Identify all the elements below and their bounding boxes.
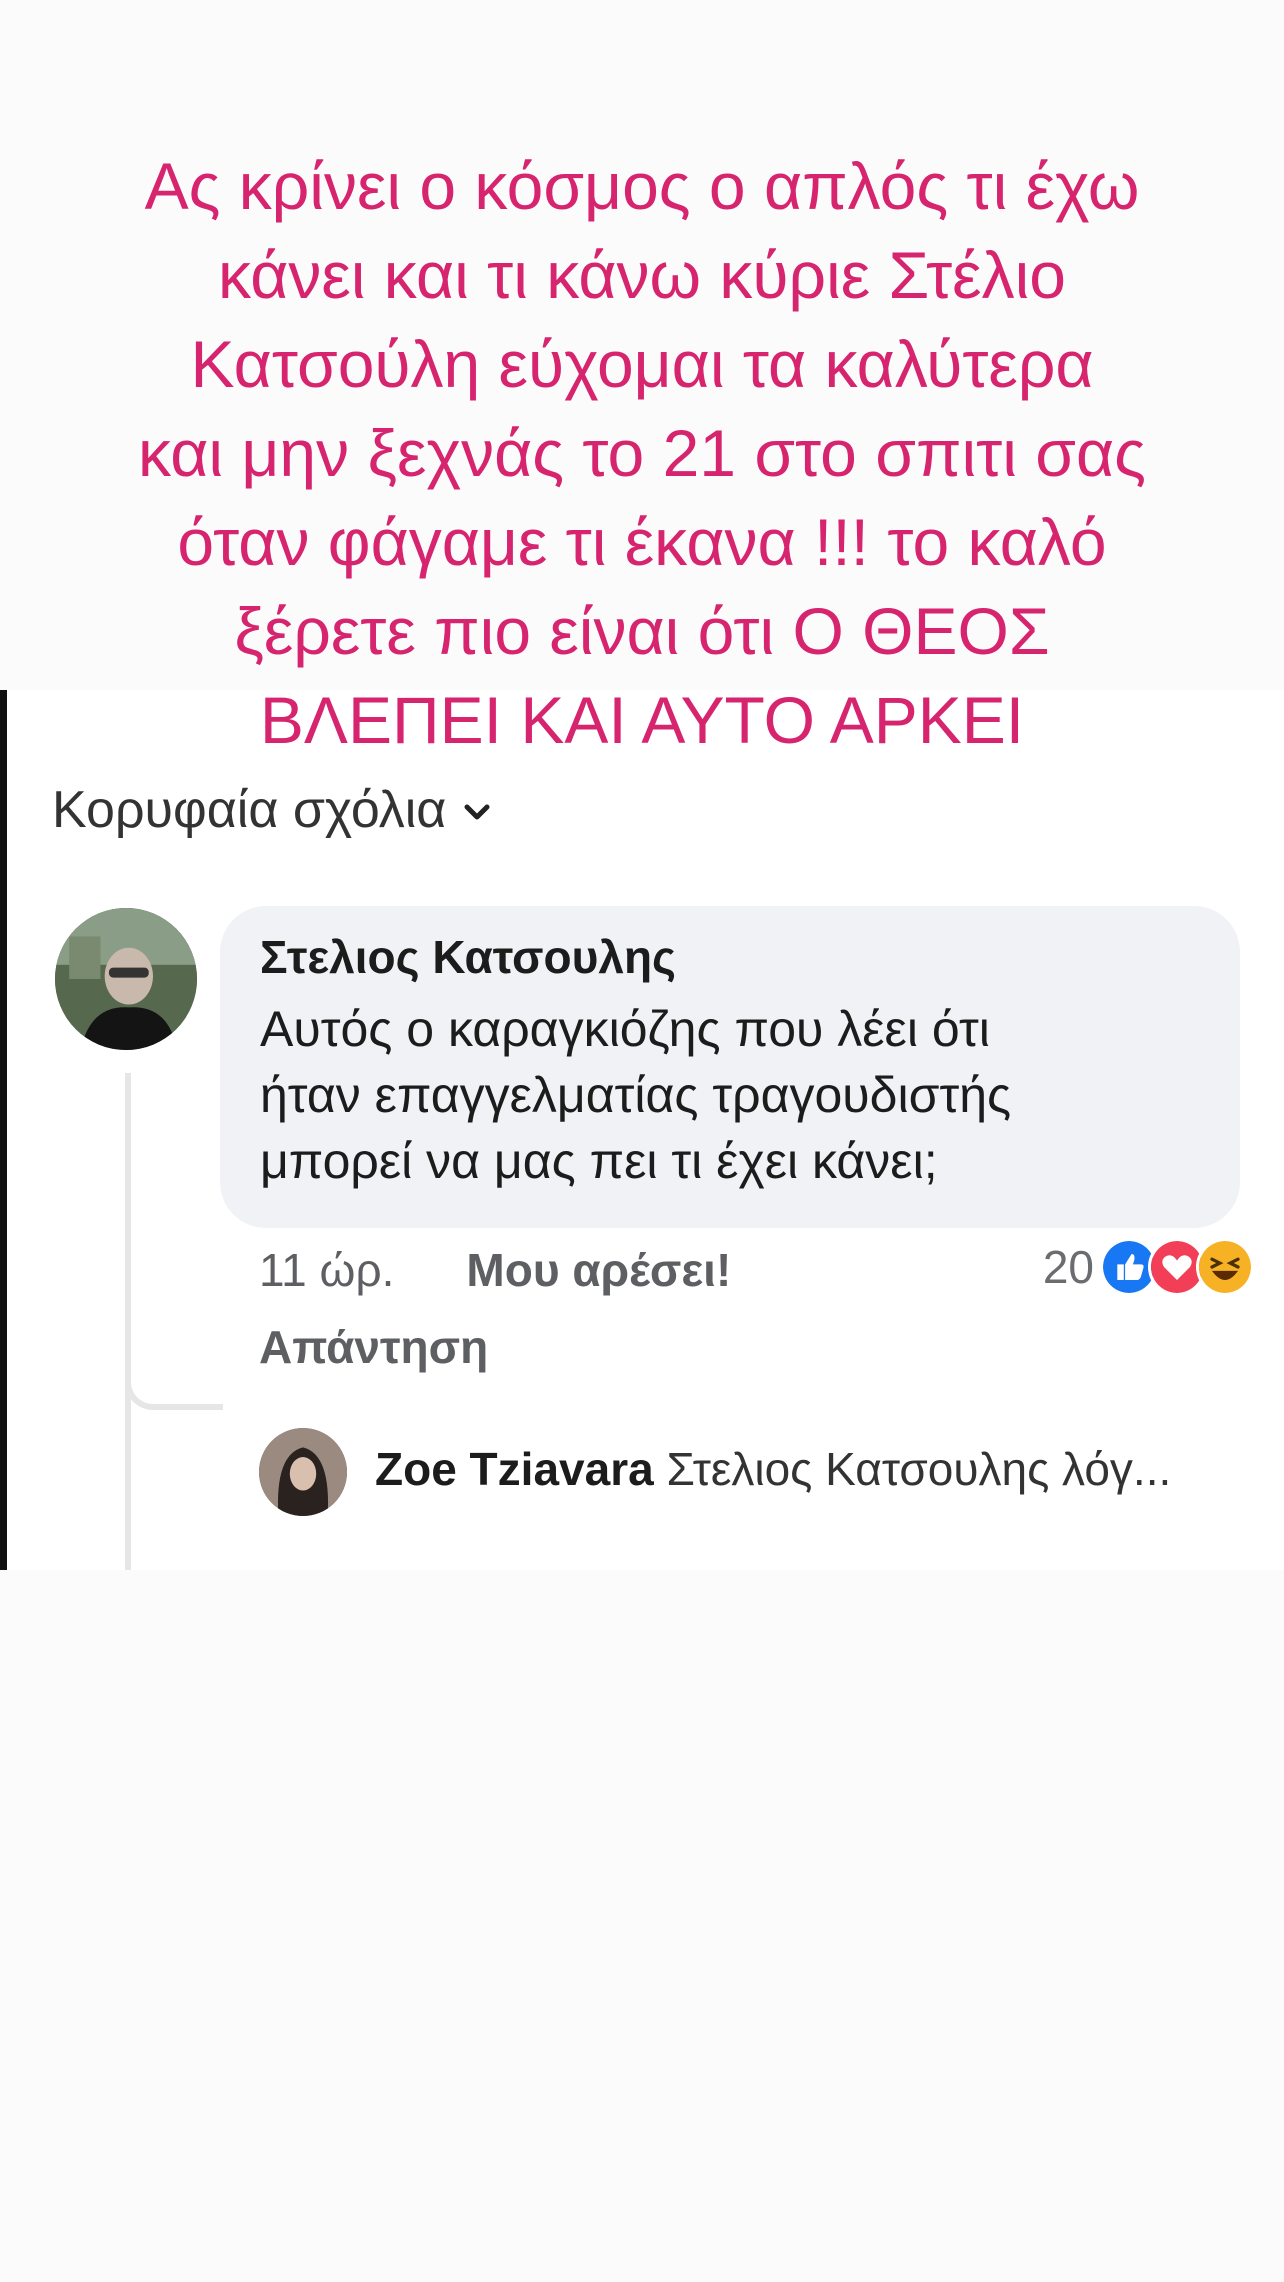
comment-text-line: Αυτός ο καραγκιόζης που λέει ότι — [260, 1001, 990, 1057]
caption-line: κάνει και τι κάνω κύριε Στέλιο — [218, 238, 1066, 312]
caption-line: Ας κρίνει ο κόσμος ο απλός τι έχω — [144, 149, 1140, 223]
comment-actions: 11 ώρ. Μου αρέσει! — [259, 1243, 731, 1297]
reply-preview[interactable]: Zoe Tziavara Στελιος Κατσουλης λόγ... — [375, 1442, 1171, 1496]
reply-button[interactable]: Απάντηση — [259, 1320, 488, 1374]
caption-line: ΒΛΕΠΕΙ ΚΑΙ ΑΥΤΟ ΑΡΚΕΙ — [259, 683, 1025, 757]
reply-author[interactable]: Zoe Tziavara — [375, 1443, 654, 1495]
comment-text-line: μπορεί να μας πει τι έχει κάνει; — [260, 1133, 938, 1189]
comment-bubble: Στελιος Κατσουλης Αυτός ο καραγκιόζης πο… — [220, 906, 1240, 1228]
sort-label: Κορυφαία σχόλια — [52, 781, 447, 839]
commenter-avatar[interactable] — [55, 908, 197, 1050]
thread-line — [125, 1073, 131, 1570]
caption-line: ξέρετε πιο είναι ότι Ο ΘΕΟΣ — [234, 594, 1050, 668]
caption-line: Κατσούλη εύχομαι τα καλύτερα — [190, 327, 1094, 401]
caption-line: όταν φάγαμε τι έκανα !!! το καλό — [177, 505, 1107, 579]
story-page: Κορυφαία σχόλια Στελιος Κατσουλης Αυτός … — [0, 0, 1284, 2282]
reply-text: Στελιος Κατσουλης λόγ... — [666, 1443, 1172, 1495]
comment-timestamp[interactable]: 11 ώρ. — [259, 1243, 394, 1297]
story-caption: Ας κρίνει ο κόσμος ο απλός τι έχω κάνει … — [60, 142, 1224, 765]
like-button[interactable]: Μου αρέσει! — [466, 1243, 731, 1297]
comments-sort-dropdown[interactable]: Κορυφαία σχόλια — [52, 780, 492, 840]
chevron-down-icon — [462, 780, 492, 840]
comment-author[interactable]: Στελιος Κατσουλης — [260, 930, 1200, 984]
comment-text-line: ήταν επαγγελματίας τραγουδιστής — [260, 1067, 1012, 1123]
caption-line: και μην ξεχνάς το 21 στο σπιτι σας — [138, 416, 1146, 490]
reaction-summary[interactable]: 20 — [1043, 1238, 1254, 1296]
reply-author-avatar[interactable] — [259, 1428, 347, 1516]
thread-connector — [125, 1350, 223, 1410]
haha-icon — [1196, 1238, 1254, 1296]
reaction-count: 20 — [1042, 1241, 1094, 1293]
comment-screenshot: Κορυφαία σχόλια Στελιος Κατσουλης Αυτός … — [0, 690, 1284, 1570]
